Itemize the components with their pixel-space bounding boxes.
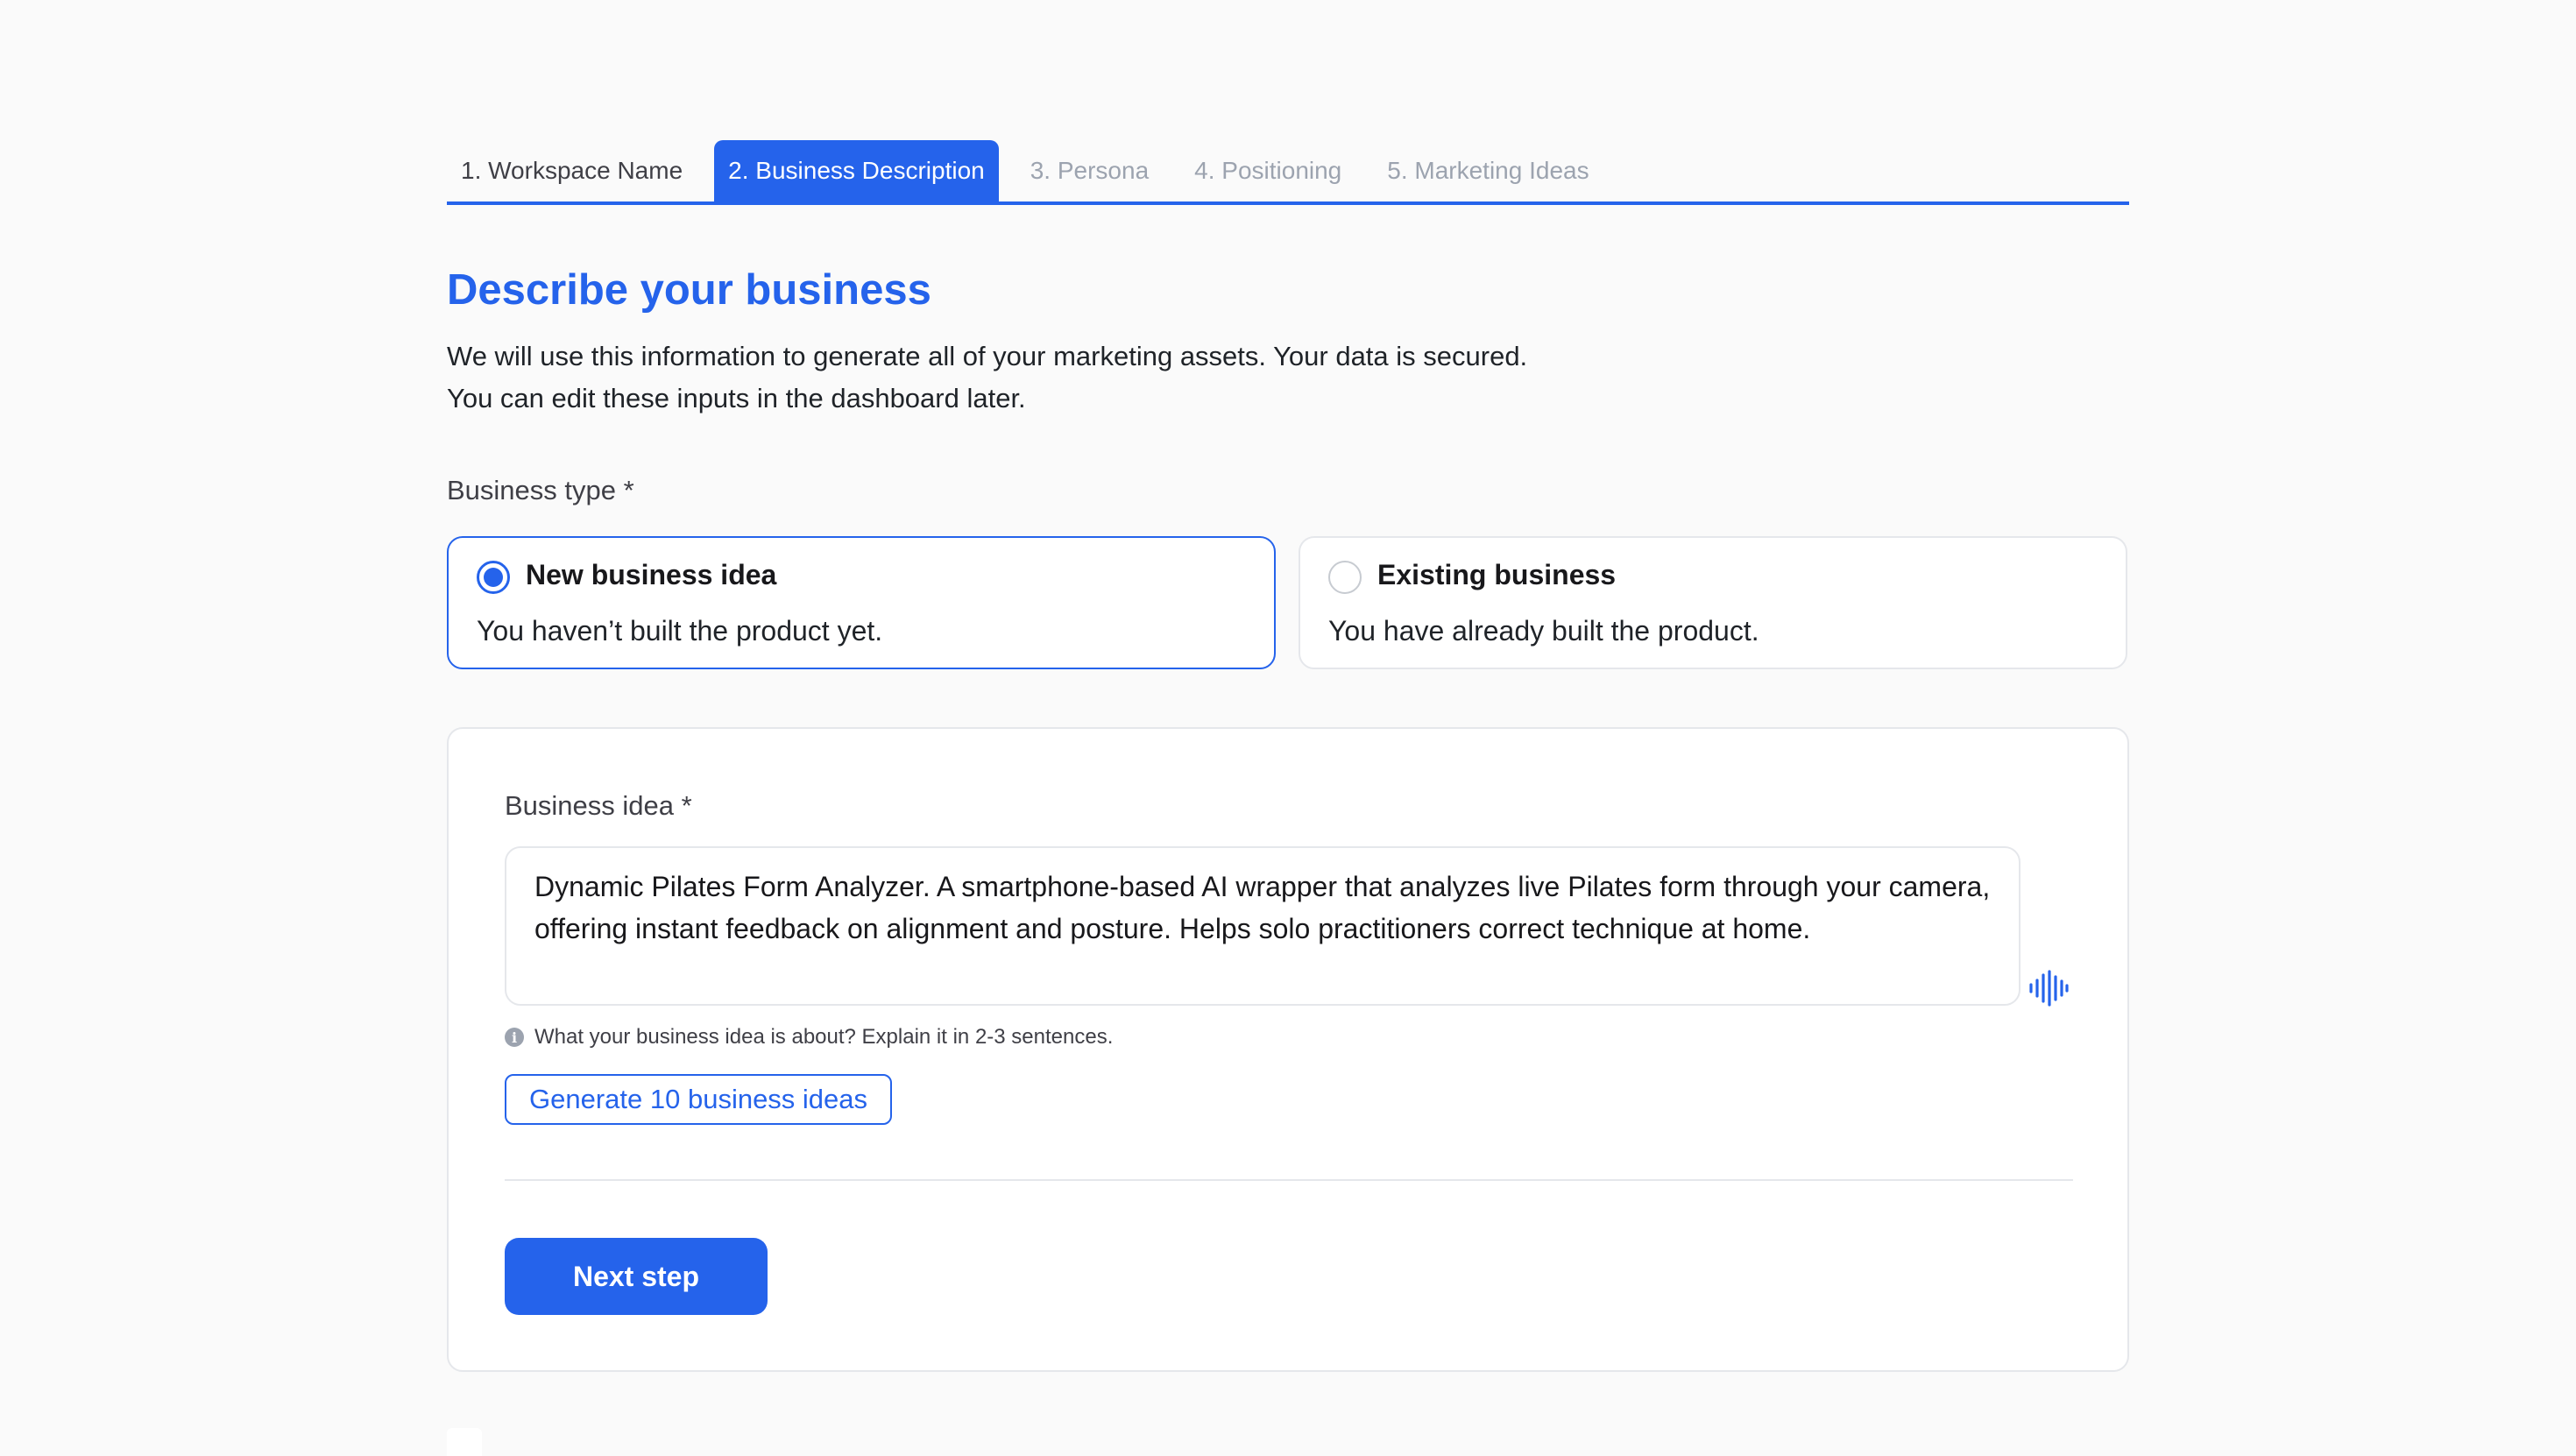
tab-positioning[interactable]: 4. Positioning (1180, 140, 1355, 201)
business-idea-panel: Business idea * Dynamic Pilates Form Ana… (447, 727, 2129, 1372)
option-description: You have already built the product. (1328, 615, 1759, 647)
business-idea-textarea[interactable]: Dynamic Pilates Form Analyzer. A smartph… (505, 846, 2020, 1006)
next-step-button[interactable]: Next step (505, 1238, 768, 1315)
info-icon: i (505, 1028, 524, 1047)
option-title: Existing business (1377, 559, 1617, 590)
voice-waveform-icon[interactable] (2028, 970, 2070, 1007)
page-title: Describe your business (447, 266, 931, 314)
generate-ideas-button[interactable]: Generate 10 business ideas (505, 1074, 893, 1125)
option-description: You haven’t built the product yet. (477, 615, 883, 647)
business-type-label: Business type * (447, 475, 634, 505)
page-intro: We will use this information to generate… (447, 336, 1527, 420)
business-idea-hint: i What your business idea is about? Expl… (505, 1025, 1113, 1050)
business-type-new-option[interactable]: New business idea You haven’t built the … (447, 536, 1276, 669)
intro-line-1: We will use this information to generate… (447, 341, 1528, 371)
option-title: New business idea (526, 559, 777, 590)
tab-persona[interactable]: 3. Persona (1016, 140, 1163, 201)
tab-marketing-ideas[interactable]: 5. Marketing Ideas (1373, 140, 1603, 201)
intro-line-2: You can edit these inputs in the dashboa… (447, 383, 1026, 413)
tab-business-description[interactable]: 2. Business Description (714, 140, 999, 201)
step-tabs: 1. Workspace Name 2. Business Descriptio… (447, 140, 2129, 205)
footer-stub (447, 1428, 482, 1456)
hint-text: What your business idea is about? Explai… (534, 1025, 1114, 1049)
divider (505, 1179, 2073, 1181)
radio-selected-icon[interactable] (477, 561, 510, 594)
business-idea-label: Business idea * (505, 790, 692, 821)
radio-unselected-icon[interactable] (1328, 561, 1362, 594)
tab-workspace-name[interactable]: 1. Workspace Name (447, 140, 697, 201)
business-type-existing-option[interactable]: Existing business You have already built… (1299, 536, 2127, 669)
